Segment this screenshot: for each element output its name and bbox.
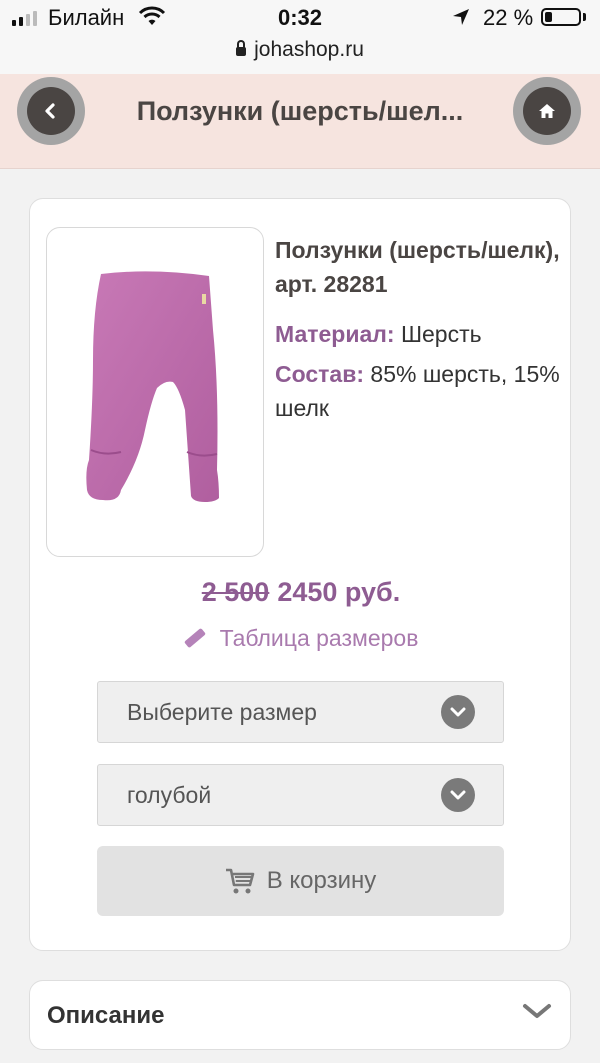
- product-card: Ползунки (шерсть/шелк), арт. 28281 Матер…: [29, 198, 571, 951]
- back-button[interactable]: [17, 77, 85, 145]
- status-bar: Билайн 0:32 22 % johashop.ru: [0, 0, 600, 74]
- composition-label: Состав:: [275, 361, 365, 387]
- material-value: Шерсть: [400, 321, 482, 347]
- size-select[interactable]: Выберите размер: [97, 681, 504, 743]
- battery-tip: [583, 13, 586, 21]
- old-price: 2 500: [201, 577, 270, 607]
- description-title: Описание: [47, 1002, 165, 1029]
- pencil-icon: [183, 627, 206, 649]
- battery-icon: [541, 8, 581, 26]
- price: 2 500 2450 руб.: [30, 577, 572, 608]
- add-to-cart-label: В корзину: [266, 867, 377, 894]
- product-name: Ползунки (шерсть/шелк), арт. 28281: [275, 237, 560, 297]
- material-attribute: Материал: Шерсть: [275, 317, 560, 351]
- description-section[interactable]: Описание: [29, 980, 571, 1050]
- pants-image: [86, 271, 219, 502]
- chevron-down-icon: [441, 778, 475, 812]
- material-label: Материал:: [275, 321, 395, 347]
- color-select[interactable]: голубой: [97, 764, 504, 826]
- size-table-link[interactable]: Таблица размеров: [30, 625, 572, 652]
- chevron-down-icon: [441, 695, 475, 729]
- color-select-value: голубой: [127, 782, 212, 808]
- cart-icon: [225, 868, 255, 894]
- home-button[interactable]: [513, 77, 581, 145]
- add-to-cart-button[interactable]: В корзину: [97, 846, 504, 916]
- current-price: 2450 руб.: [277, 577, 401, 607]
- composition-attribute: Состав: 85% шерсть, 15% шелк: [275, 357, 560, 425]
- lock-icon: [236, 40, 247, 56]
- size-select-value: Выберите размер: [127, 699, 317, 725]
- chevron-left-icon: [45, 103, 55, 119]
- url-text: johashop.ru: [254, 38, 364, 61]
- address-bar[interactable]: johashop.ru: [0, 38, 600, 62]
- chevron-down-icon: [522, 1001, 552, 1026]
- battery-percentage: 22 %: [483, 5, 534, 30]
- app-header: Ползунки (шерсть/шел...: [0, 74, 600, 169]
- page-title: Ползунки (шерсть/шел...: [136, 96, 464, 126]
- location-arrow-icon: [452, 8, 470, 31]
- home-icon: [539, 104, 555, 118]
- size-table-label: Таблица размеров: [219, 625, 419, 651]
- product-image[interactable]: [46, 227, 264, 557]
